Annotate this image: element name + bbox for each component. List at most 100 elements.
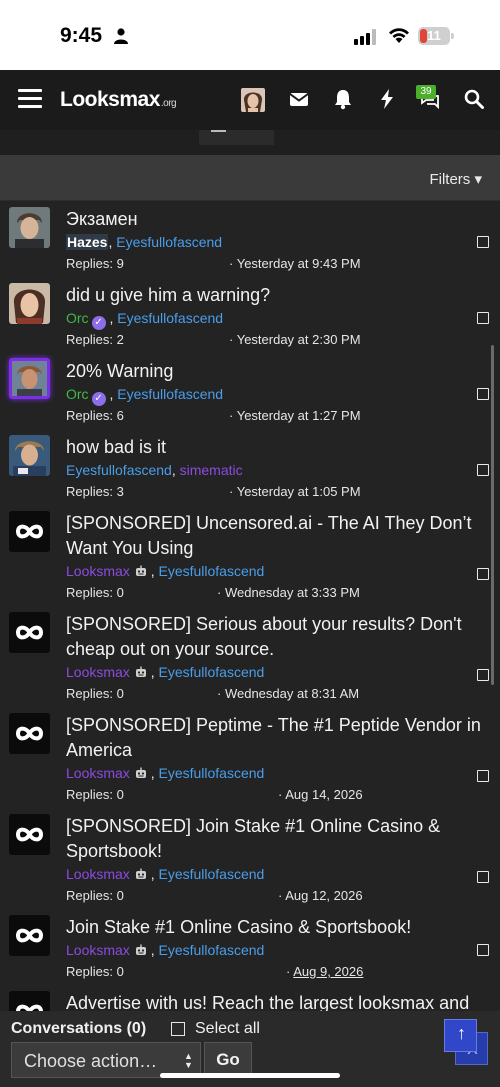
status-bar: 9:45 11 (0, 0, 500, 70)
conversation-title[interactable]: 20% Warning (66, 359, 486, 384)
participant-link[interactable]: Orc (66, 386, 89, 402)
participant-avatar[interactable] (9, 207, 50, 248)
date-separator: · (229, 408, 237, 423)
last-reply-date[interactable]: · Yesterday at 9:43 PM (229, 256, 361, 271)
conversation-title[interactable]: Join Stake #1 Online Casino & Sportsbook… (66, 915, 486, 940)
select-all-label[interactable]: Select all (195, 1020, 260, 1038)
conversation-row[interactable]: Advertise with us! Reach the largest loo… (0, 985, 500, 1011)
participant-link[interactable]: Eyesfullofascend (158, 765, 264, 781)
date-text[interactable]: Yesterday at 1:05 PM (237, 484, 361, 499)
looksmax-logo-avatar[interactable] (9, 915, 50, 956)
last-reply-date[interactable]: · Yesterday at 1:05 PM (229, 484, 361, 499)
conversation-title[interactable]: Экзамен (66, 207, 486, 232)
conversation-row[interactable]: did u give him a warning? Orc ✓ , Eyesfull… (0, 277, 500, 353)
conversation-title[interactable]: Advertise with us! Reach the largest loo… (66, 991, 486, 1011)
date-text[interactable]: Wednesday at 3:33 PM (225, 585, 360, 600)
date-text[interactable]: Aug 14, 2026 (285, 787, 362, 802)
date-text[interactable]: Wednesday at 8:31 AM (225, 686, 359, 701)
conversation-row[interactable]: [SPONSORED] Serious about your results? … (0, 606, 500, 707)
hamburger-menu-icon[interactable] (18, 89, 42, 109)
last-reply-date[interactable]: · Wednesday at 8:31 AM (217, 686, 359, 701)
conversation-checkbox[interactable] (477, 669, 489, 681)
conversation-checkbox[interactable] (477, 770, 489, 782)
participant-link[interactable]: Looksmax (66, 765, 130, 781)
participant-link[interactable]: Looksmax (66, 866, 130, 882)
conversation-checkbox[interactable] (477, 568, 489, 580)
date-text[interactable]: Yesterday at 9:43 PM (237, 256, 361, 271)
participants: Orc ✓ , Eyesfullofascend (66, 386, 223, 406)
participant-link[interactable]: Eyesfullofascend (116, 234, 222, 250)
participant-link[interactable]: Looksmax (66, 664, 130, 680)
last-reply-date[interactable]: · Aug 12, 2026 (278, 888, 363, 903)
battery-icon: 11 (418, 27, 454, 45)
participants: Eyesfullofascend, simematic (66, 462, 243, 478)
participant-link[interactable]: Eyesfullofascend (158, 942, 264, 958)
last-reply-date[interactable]: · Aug 9, 2026 (286, 964, 363, 979)
conversation-checkbox[interactable] (477, 312, 489, 324)
conversation-row[interactable]: how bad is it Eyesfullofascend, simematic… (0, 429, 500, 505)
separator: , (146, 942, 159, 958)
participant-link[interactable]: Hazes (66, 234, 109, 250)
last-reply-date[interactable]: · Aug 14, 2026 (278, 787, 363, 802)
looksmax-logo-avatar[interactable] (9, 713, 50, 754)
looksmax-logo-avatar[interactable] (9, 511, 50, 552)
search-icon[interactable] (463, 88, 485, 110)
participant-avatar[interactable] (9, 358, 50, 399)
conversation-row[interactable]: [SPONSORED] Peptime - The #1 Peptide Ven… (0, 707, 500, 808)
scroll-top-button[interactable]: ↑ (444, 1019, 477, 1052)
last-reply-date[interactable]: · Yesterday at 2:30 PM (229, 332, 361, 347)
sub-tab[interactable] (199, 130, 274, 145)
looksmax-logo-avatar[interactable] (9, 991, 50, 1011)
participant-link[interactable]: Eyesfullofascend (158, 563, 264, 579)
participant-link[interactable]: Orc (66, 310, 89, 326)
bell-icon[interactable] (332, 88, 354, 110)
reply-count: Replies: 0 (66, 585, 124, 600)
date-text[interactable]: Aug 12, 2026 (285, 888, 362, 903)
participant-link[interactable]: Eyesfullofascend (66, 462, 172, 478)
scrollbar[interactable] (491, 345, 494, 685)
conversation-title[interactable]: [SPONSORED] Uncensored.ai - The AI They … (66, 511, 486, 561)
date-text[interactable]: Aug 9, 2026 (293, 964, 363, 979)
user-avatar[interactable] (241, 88, 265, 112)
conversation-checkbox[interactable] (477, 236, 489, 248)
conversation-title[interactable]: [SPONSORED] Peptime - The #1 Peptide Ven… (66, 713, 486, 763)
participant-avatar[interactable] (9, 435, 50, 476)
site-logo[interactable]: Looksmax.org (60, 88, 177, 112)
participant-link[interactable]: Looksmax (66, 942, 130, 958)
participant-link[interactable]: Eyesfullofascend (117, 386, 223, 402)
date-separator: · (229, 256, 237, 271)
looksmax-logo-avatar[interactable] (9, 612, 50, 653)
date-text[interactable]: Yesterday at 2:30 PM (237, 332, 361, 347)
conversation-checkbox[interactable] (477, 464, 489, 476)
conversation-row[interactable]: Join Stake #1 Online Casino & Sportsbook… (0, 909, 500, 985)
participant-link[interactable]: Eyesfullofascend (158, 664, 264, 680)
conversation-row[interactable]: [SPONSORED] Join Stake #1 Online Casino … (0, 808, 500, 909)
reply-count: Replies: 3 (66, 484, 124, 499)
reply-count: Replies: 2 (66, 332, 124, 347)
date-text[interactable]: Yesterday at 1:27 PM (237, 408, 361, 423)
conversations-badge: 39 (416, 85, 436, 99)
lightning-icon[interactable] (376, 88, 398, 110)
last-reply-date[interactable]: · Yesterday at 1:27 PM (229, 408, 361, 423)
conversation-checkbox[interactable] (477, 944, 489, 956)
select-all-checkbox[interactable] (171, 1022, 185, 1036)
looksmax-logo-avatar[interactable] (9, 814, 50, 855)
mail-icon[interactable] (288, 88, 310, 110)
participant-link[interactable]: Eyesfullofascend (117, 310, 223, 326)
conversation-row[interactable]: 20% Warning Orc ✓ , Eyesfullofascend Replie… (0, 353, 500, 429)
conversation-row[interactable]: Экзамен Hazes, Eyesfullofascend Replies: 9… (0, 201, 500, 277)
conversation-checkbox[interactable] (477, 871, 489, 883)
participant-link[interactable]: Looksmax (66, 563, 130, 579)
last-reply-date[interactable]: · Wednesday at 3:33 PM (217, 585, 360, 600)
participant-link[interactable]: Eyesfullofascend (158, 866, 264, 882)
sub-tab-indicator (211, 130, 226, 132)
participant-link[interactable]: simematic (180, 462, 243, 478)
conversation-title[interactable]: [SPONSORED] Join Stake #1 Online Casino … (66, 814, 486, 864)
filters-button[interactable]: Filters ▾ (429, 170, 482, 188)
conversation-checkbox[interactable] (477, 388, 489, 400)
participant-avatar[interactable] (9, 283, 50, 324)
conversation-title[interactable]: how bad is it (66, 435, 486, 460)
conversation-row[interactable]: [SPONSORED] Uncensored.ai - The AI They … (0, 505, 500, 606)
conversation-title[interactable]: [SPONSORED] Serious about your results? … (66, 612, 486, 662)
conversation-title[interactable]: did u give him a warning? (66, 283, 486, 308)
